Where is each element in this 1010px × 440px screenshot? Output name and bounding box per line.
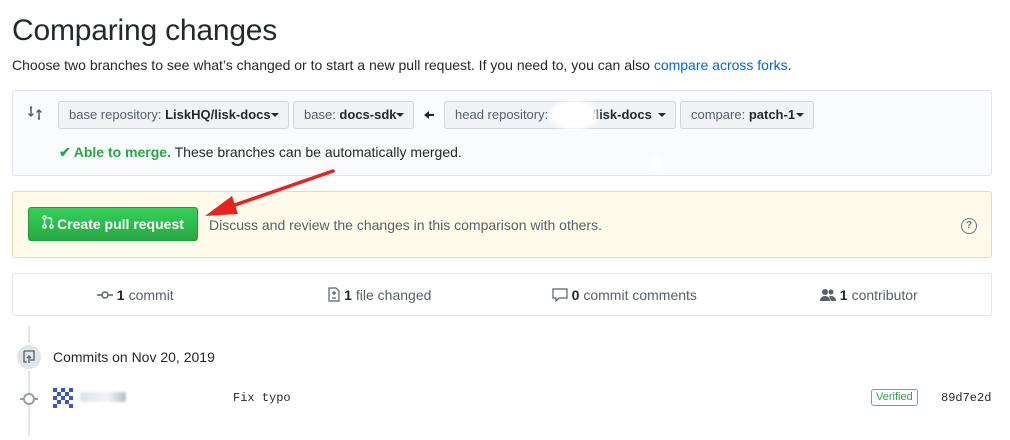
redaction-patch [650,156,664,170]
base-repository-label: base repository: [69,107,166,122]
files-label: file changed [355,286,432,303]
head-repository-value: /lisk-docs [591,107,652,122]
compare-branch-select[interactable]: compare: patch-1 [680,101,814,129]
compare-branch-label: compare: [691,107,749,122]
subtitle-text: Choose two branches to see what’s change… [12,57,654,73]
page-subtitle: Choose two branches to see what’s change… [12,57,792,73]
base-branch-value: docs-sdk [339,107,397,122]
commits-date-heading: Commits on Nov 20, 2019 [53,349,215,365]
question-icon[interactable]: ? [961,218,977,234]
merge-status-text: These branches can be automatically merg… [170,144,462,160]
pull-request-description: Discuss and review the changes in this c… [209,217,602,233]
files-count: 1 [344,286,352,303]
commit-line [34,398,38,400]
page-title: Comparing changes [12,14,278,47]
avatar[interactable] [53,388,73,408]
compare-branch-value: patch-1 [748,107,796,122]
contributors-count: 1 [839,286,848,303]
caret-down-icon [658,113,666,117]
file-diff-icon [328,287,340,302]
create-pull-request-label: Create pull request [57,216,184,232]
repo-push-icon [15,343,43,371]
commits-tab[interactable]: 1 commit [13,274,258,315]
compare-icon [27,105,43,121]
pull-request-icon [42,208,54,240]
merge-status: ✔ Able to merge. These branches can be au… [59,144,462,161]
merge-ok-label: Able to merge. [73,144,171,160]
comment-icon [551,287,568,302]
files-changed-tab[interactable]: 1 file changed [258,274,503,315]
create-pull-request-box: Create pull request Discuss and review t… [12,191,992,258]
comments-count: 0 [571,286,580,303]
create-pull-request-button[interactable]: Create pull request [28,207,198,241]
contributors-tab[interactable]: 1 contributor [747,274,992,315]
commit-icon [96,290,113,300]
arrow-left-icon [424,108,434,123]
base-repository-value: LiskHQ/lisk-docs [165,107,271,122]
compare-stats: 1 commit 1 file changed 0 commit comments 1… [12,273,992,316]
caret-down-icon [396,113,404,117]
verified-badge[interactable]: Verified [871,389,918,406]
commit-sha-link[interactable]: 89d7e2d [941,391,991,405]
commit-message-link[interactable]: Fix typo [233,391,291,405]
commits-label: commit [128,286,174,303]
range-editor: base repository: LiskHQ/lisk-docs base: … [12,90,992,176]
contributors-label: contributor [851,286,918,303]
head-repository-label: head repository: [455,107,552,122]
caret-down-icon [796,113,804,117]
commits-count: 1 [116,286,125,303]
redaction-patch [550,100,598,130]
base-repository-select[interactable]: base repository: LiskHQ/lisk-docs [58,101,289,129]
base-branch-select[interactable]: base: docs-sdk [293,101,414,129]
compare-across-forks-link[interactable]: compare across forks [654,57,788,73]
author-name-redacted[interactable] [80,392,126,402]
caret-down-icon [271,113,279,117]
check-icon: ✔ [59,144,71,160]
comments-label: commit comments [583,286,697,303]
commit-comments-tab[interactable]: 0 commit comments [502,274,747,315]
people-icon [819,288,836,302]
base-branch-label: base: [304,107,340,122]
subtitle-end: . [787,57,792,73]
